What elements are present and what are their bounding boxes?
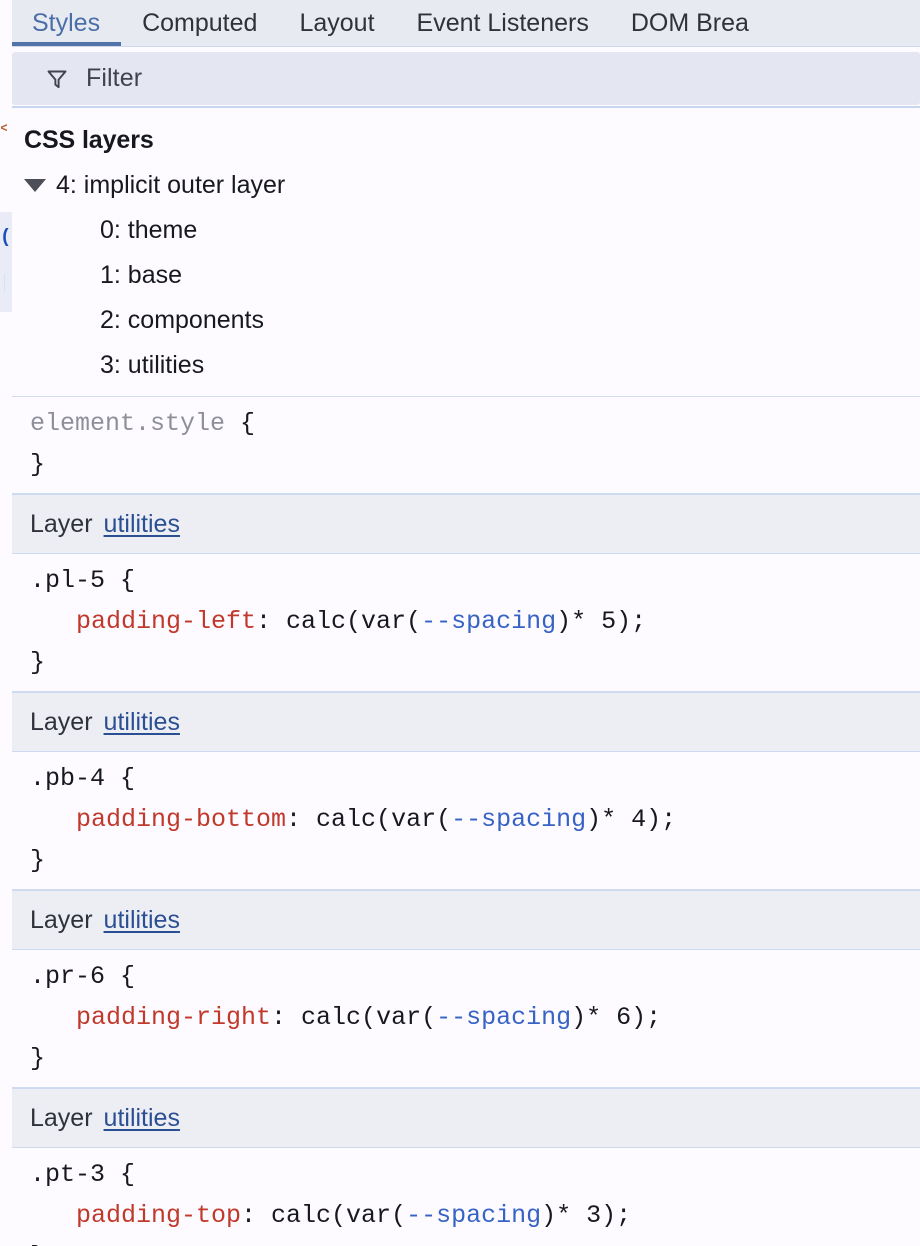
css-layer-root-row[interactable]: 4: implicit outer layer — [12, 163, 920, 208]
layer-name-link[interactable]: utilities — [104, 708, 180, 737]
element-style-rule[interactable]: element.style { } — [12, 397, 920, 494]
css-rule-selector[interactable]: .pt-3 — [30, 1160, 105, 1189]
css-property-name[interactable]: padding-left — [76, 607, 256, 636]
tab-bar-divider — [12, 46, 920, 47]
tab-event-listeners[interactable]: Event Listeners — [396, 0, 610, 47]
css-value-prefix: : calc(var( — [256, 607, 422, 636]
css-layer-item-utilities[interactable]: 3: utilities — [12, 343, 920, 388]
triangle-down-icon[interactable] — [24, 179, 46, 192]
css-rule-close-brace: } — [30, 846, 46, 875]
css-variable-name[interactable]: --spacing — [451, 805, 586, 834]
tab-layout-label: Layout — [299, 9, 375, 37]
css-layer-item-components[interactable]: 2: components — [12, 298, 920, 343]
css-value-suffix: )* 6); — [571, 1003, 662, 1032]
element-style-close-brace: } — [30, 450, 46, 479]
layer-header-label: Layer — [30, 905, 93, 934]
css-rule-selector-line: .pb-4 { — [12, 758, 920, 799]
css-declaration[interactable]: padding-bottom: calc(var(--spacing)* 4); — [12, 799, 920, 840]
css-property-name[interactable]: padding-right — [76, 1003, 271, 1032]
layer-header: Layer utilities — [12, 692, 920, 752]
css-variable-name[interactable]: --spacing — [406, 1201, 541, 1230]
css-declaration[interactable]: padding-left: calc(var(--spacing)* 5); — [12, 601, 920, 642]
css-variable-name[interactable]: --spacing — [436, 1003, 571, 1032]
tab-dom-breakpoints-label: DOM Brea — [630, 9, 749, 37]
css-layer-item-theme[interactable]: 0: theme — [12, 208, 920, 253]
layer-name-link[interactable]: utilities — [104, 510, 180, 539]
css-layer-item-label: 3: utilities — [100, 351, 205, 379]
filter-input[interactable]: Filter — [12, 52, 920, 105]
css-layer-item-base[interactable]: 1: base — [12, 253, 920, 298]
tab-event-listeners-label: Event Listeners — [416, 9, 589, 37]
css-rule-close-brace: } — [12, 1236, 920, 1246]
layer-name-link[interactable]: utilities — [104, 906, 180, 935]
element-style-selector[interactable]: element.style — [30, 409, 225, 438]
tab-styles-label: Styles — [32, 9, 101, 37]
css-layer-item-label: 2: components — [100, 306, 264, 334]
layer-header: Layer utilities — [12, 494, 920, 554]
css-rule[interactable]: .pt-3 { padding-top: calc(var(--spacing)… — [12, 1148, 920, 1246]
layer-name-link[interactable]: utilities — [104, 1104, 180, 1133]
css-layer-item-label: 1: base — [100, 261, 183, 289]
tab-computed[interactable]: Computed — [121, 0, 278, 47]
css-rule-selector-line: .pr-6 { — [12, 956, 920, 997]
css-value-prefix: : calc(var( — [271, 1003, 437, 1032]
css-layers-section: CSS layers 4: implicit outer layer 0: th… — [12, 108, 920, 397]
css-rule-selector[interactable]: .pr-6 — [30, 962, 105, 991]
css-rule-open-brace: { — [105, 962, 136, 991]
css-value-prefix: : calc(var( — [241, 1201, 407, 1230]
devtools-styles-panel: < ( | Styles Computed Layout Event Liste… — [0, 0, 920, 1246]
css-layers-title: CSS layers — [24, 126, 154, 154]
filter-funnel-icon — [45, 67, 69, 91]
css-declaration[interactable]: padding-top: calc(var(--spacing)* 3); — [12, 1195, 920, 1236]
css-rule-open-brace: { — [105, 764, 136, 793]
layer-header-label: Layer — [30, 509, 93, 538]
layer-header-label: Layer — [30, 707, 93, 736]
css-value-prefix: : calc(var( — [286, 805, 452, 834]
underlying-code-fragment: < — [0, 118, 7, 140]
tab-styles[interactable]: Styles — [12, 0, 122, 47]
css-layer-root-label: 4: implicit outer layer — [56, 171, 286, 199]
css-rule-selector[interactable]: .pb-4 — [30, 764, 105, 793]
css-rule[interactable]: .pb-4 { padding-bottom: calc(var(--spaci… — [12, 752, 920, 890]
css-rule-close-brace: } — [30, 648, 46, 677]
css-rule-selector-line: .pl-5 { — [12, 560, 920, 601]
css-rule[interactable]: .pl-5 { padding-left: calc(var(--spacing… — [12, 554, 920, 692]
css-value-suffix: )* 5); — [556, 607, 647, 636]
sidebar-tab-bar: Styles Computed Layout Event Listeners D… — [12, 0, 920, 47]
underlying-code-fragment: ( — [0, 226, 9, 248]
filter-bar: Filter — [12, 47, 920, 108]
css-rule[interactable]: .pr-6 { padding-right: calc(var(--spacin… — [12, 950, 920, 1088]
css-rule-open-brace: { — [105, 566, 136, 595]
layer-header: Layer utilities — [12, 890, 920, 950]
styles-pane: Styles Computed Layout Event Listeners D… — [12, 0, 920, 1246]
css-rule-close-brace: } — [30, 1044, 46, 1073]
layer-header-label: Layer — [30, 1103, 93, 1132]
css-value-suffix: )* 3); — [541, 1201, 632, 1230]
css-variable-name[interactable]: --spacing — [421, 607, 556, 636]
css-value-suffix: )* 4); — [586, 805, 677, 834]
element-style-open-brace: { — [225, 409, 256, 438]
css-rule-selector[interactable]: .pl-5 — [30, 566, 105, 595]
tab-layout[interactable]: Layout — [278, 0, 395, 47]
css-layer-item-label: 0: theme — [100, 216, 198, 244]
css-declaration[interactable]: padding-right: calc(var(--spacing)* 6); — [12, 997, 920, 1038]
layer-header: Layer utilities — [12, 1088, 920, 1148]
tab-dom-breakpoints[interactable]: DOM Brea — [610, 0, 770, 47]
css-rule-selector-line: .pt-3 { — [12, 1154, 920, 1195]
tab-computed-label: Computed — [142, 9, 258, 37]
css-property-name[interactable]: padding-bottom — [76, 805, 286, 834]
underlying-code-fragment: | — [0, 272, 5, 294]
filter-placeholder: Filter — [86, 64, 143, 92]
css-rule-open-brace: { — [105, 1160, 136, 1189]
css-property-name[interactable]: padding-top — [76, 1201, 241, 1230]
element-style-selector-line: element.style { — [12, 403, 920, 444]
